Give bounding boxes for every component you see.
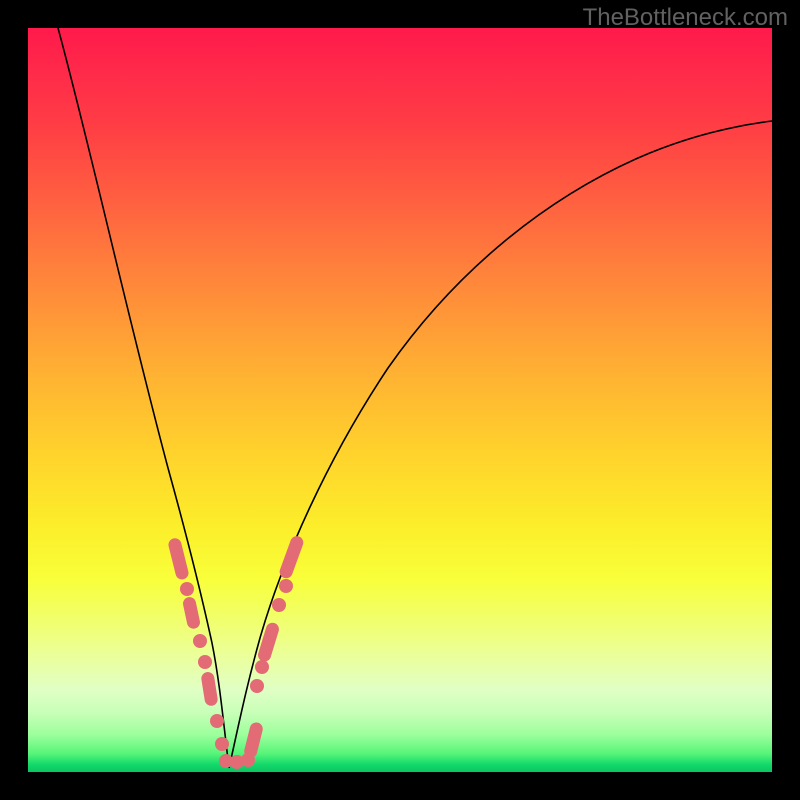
plot-area [28, 28, 772, 772]
curve-layer [28, 28, 772, 772]
outer-frame: TheBottleneck.com [0, 0, 800, 800]
right-branch-curve [229, 121, 772, 768]
